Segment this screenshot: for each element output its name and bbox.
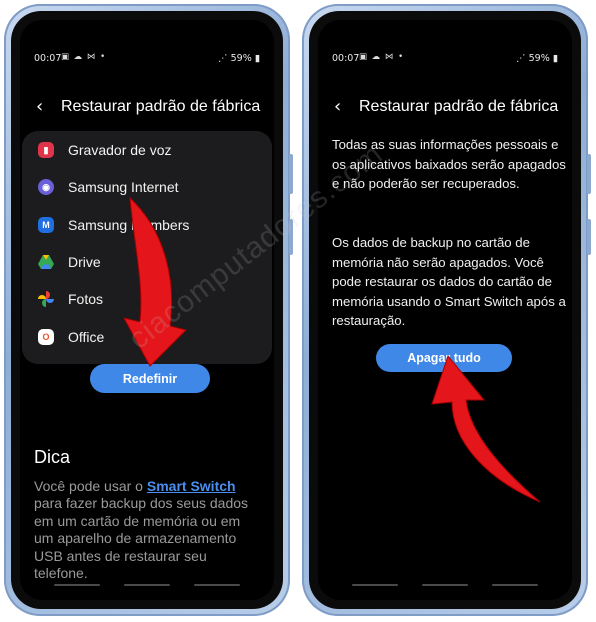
arrow-up-icon: [431, 354, 541, 503]
annotation-arrows: [123, 196, 541, 503]
